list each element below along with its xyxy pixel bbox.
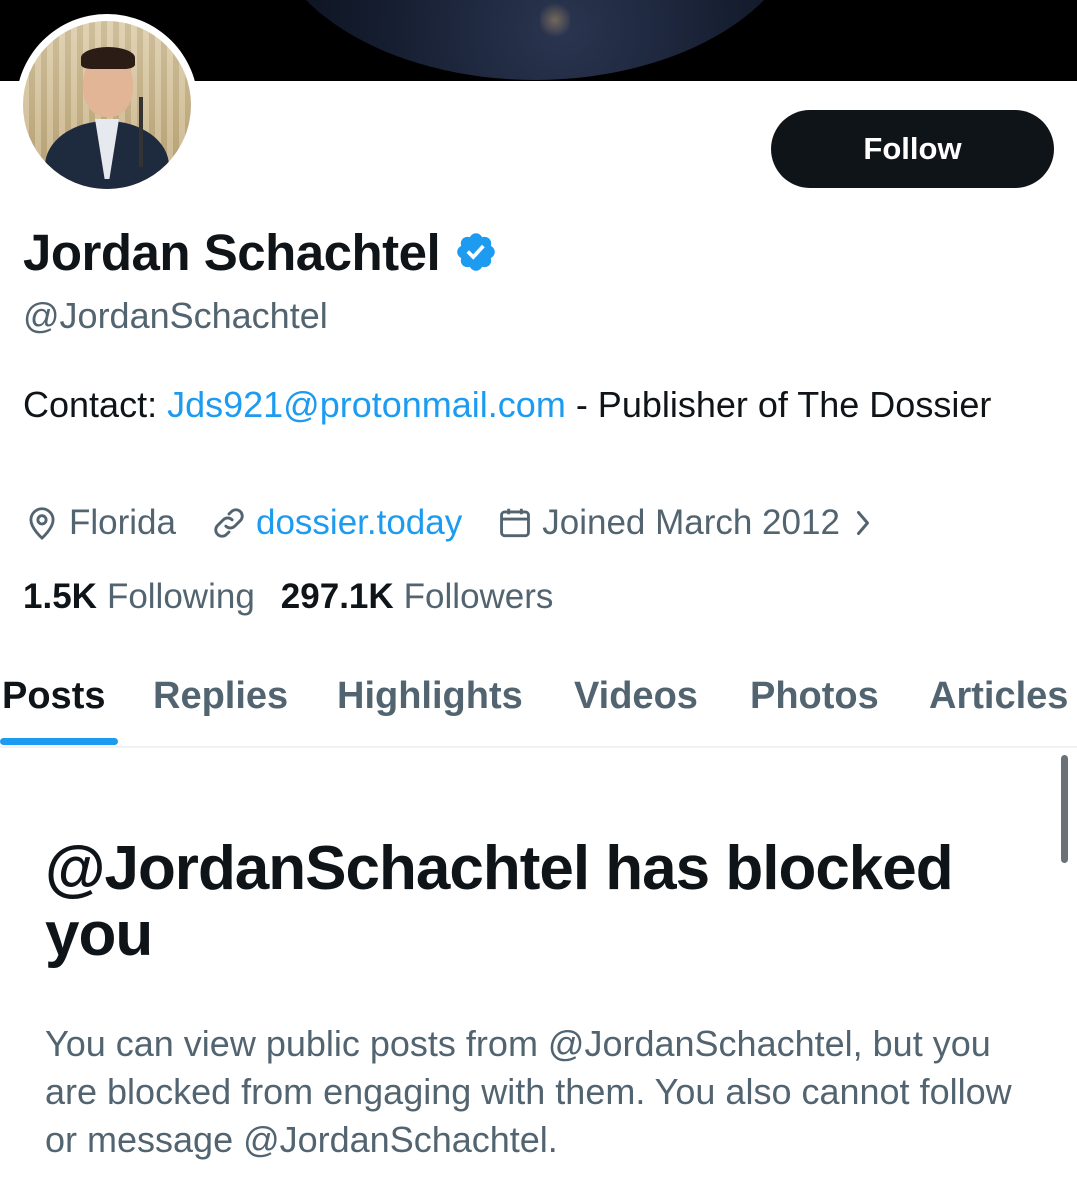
bio-suffix: - Publisher of The Dossier bbox=[565, 384, 992, 425]
link-icon bbox=[214, 508, 244, 538]
tab-posts[interactable]: Posts bbox=[2, 668, 105, 724]
following-label: Following bbox=[106, 577, 255, 616]
followers-label: Followers bbox=[403, 577, 554, 616]
banner-city-lights bbox=[540, 0, 570, 40]
followers-stat[interactable]: 297.1K Followers bbox=[281, 577, 554, 617]
follow-stats: 1.5K Following 297.1K Followers bbox=[23, 574, 579, 620]
scrollbar[interactable] bbox=[1061, 755, 1068, 863]
profile-name-row: Jordan Schachtel bbox=[23, 222, 498, 282]
avatar-hair bbox=[81, 47, 135, 69]
avatar[interactable] bbox=[23, 21, 191, 189]
display-name: Jordan Schachtel bbox=[23, 223, 441, 281]
calendar-icon bbox=[500, 508, 531, 538]
following-count: 1.5K bbox=[23, 577, 97, 616]
following-stat[interactable]: 1.5K Following bbox=[23, 577, 255, 617]
profile-tabs: Posts Replies Highlights Videos Photos A… bbox=[0, 660, 1077, 748]
tab-articles[interactable]: Articles bbox=[929, 668, 1068, 724]
bio-email-link[interactable]: Jds921@protonmail.com bbox=[167, 384, 566, 425]
tab-photos[interactable]: Photos bbox=[750, 668, 879, 724]
location-text: Florida bbox=[69, 503, 176, 542]
bio: Contact: Jds921@protonmail.com - Publish… bbox=[23, 377, 1043, 432]
website-item[interactable]: dossier.today bbox=[210, 503, 462, 543]
handle: @JordanSchachtel bbox=[23, 295, 328, 336]
website-link[interactable]: dossier.today bbox=[256, 503, 462, 543]
tab-replies[interactable]: Replies bbox=[153, 668, 288, 724]
chevron-right-icon[interactable] bbox=[852, 508, 874, 538]
verified-badge-icon[interactable] bbox=[454, 230, 498, 274]
blocked-description: You can view public posts from @JordanSc… bbox=[45, 1023, 1012, 1160]
joined-item[interactable]: Joined March 2012 bbox=[496, 503, 882, 543]
profile-meta: Florida dossier.today Joined March 2012 bbox=[23, 500, 916, 546]
active-tab-indicator bbox=[0, 738, 118, 745]
tab-videos[interactable]: Videos bbox=[574, 668, 698, 724]
location-item: Florida bbox=[23, 503, 176, 543]
banner-earth-image bbox=[265, 0, 805, 80]
followers-count: 297.1K bbox=[280, 577, 394, 616]
joined-text: Joined March 2012 bbox=[542, 503, 840, 542]
location-pin-icon bbox=[29, 507, 55, 540]
tab-highlights[interactable]: Highlights bbox=[337, 668, 523, 724]
follow-button[interactable]: Follow bbox=[771, 110, 1054, 188]
avatar-microphone bbox=[139, 97, 143, 167]
blocked-title: @JordanSchachtel has blocked you bbox=[45, 834, 954, 969]
bio-prefix: Contact: bbox=[23, 384, 168, 425]
